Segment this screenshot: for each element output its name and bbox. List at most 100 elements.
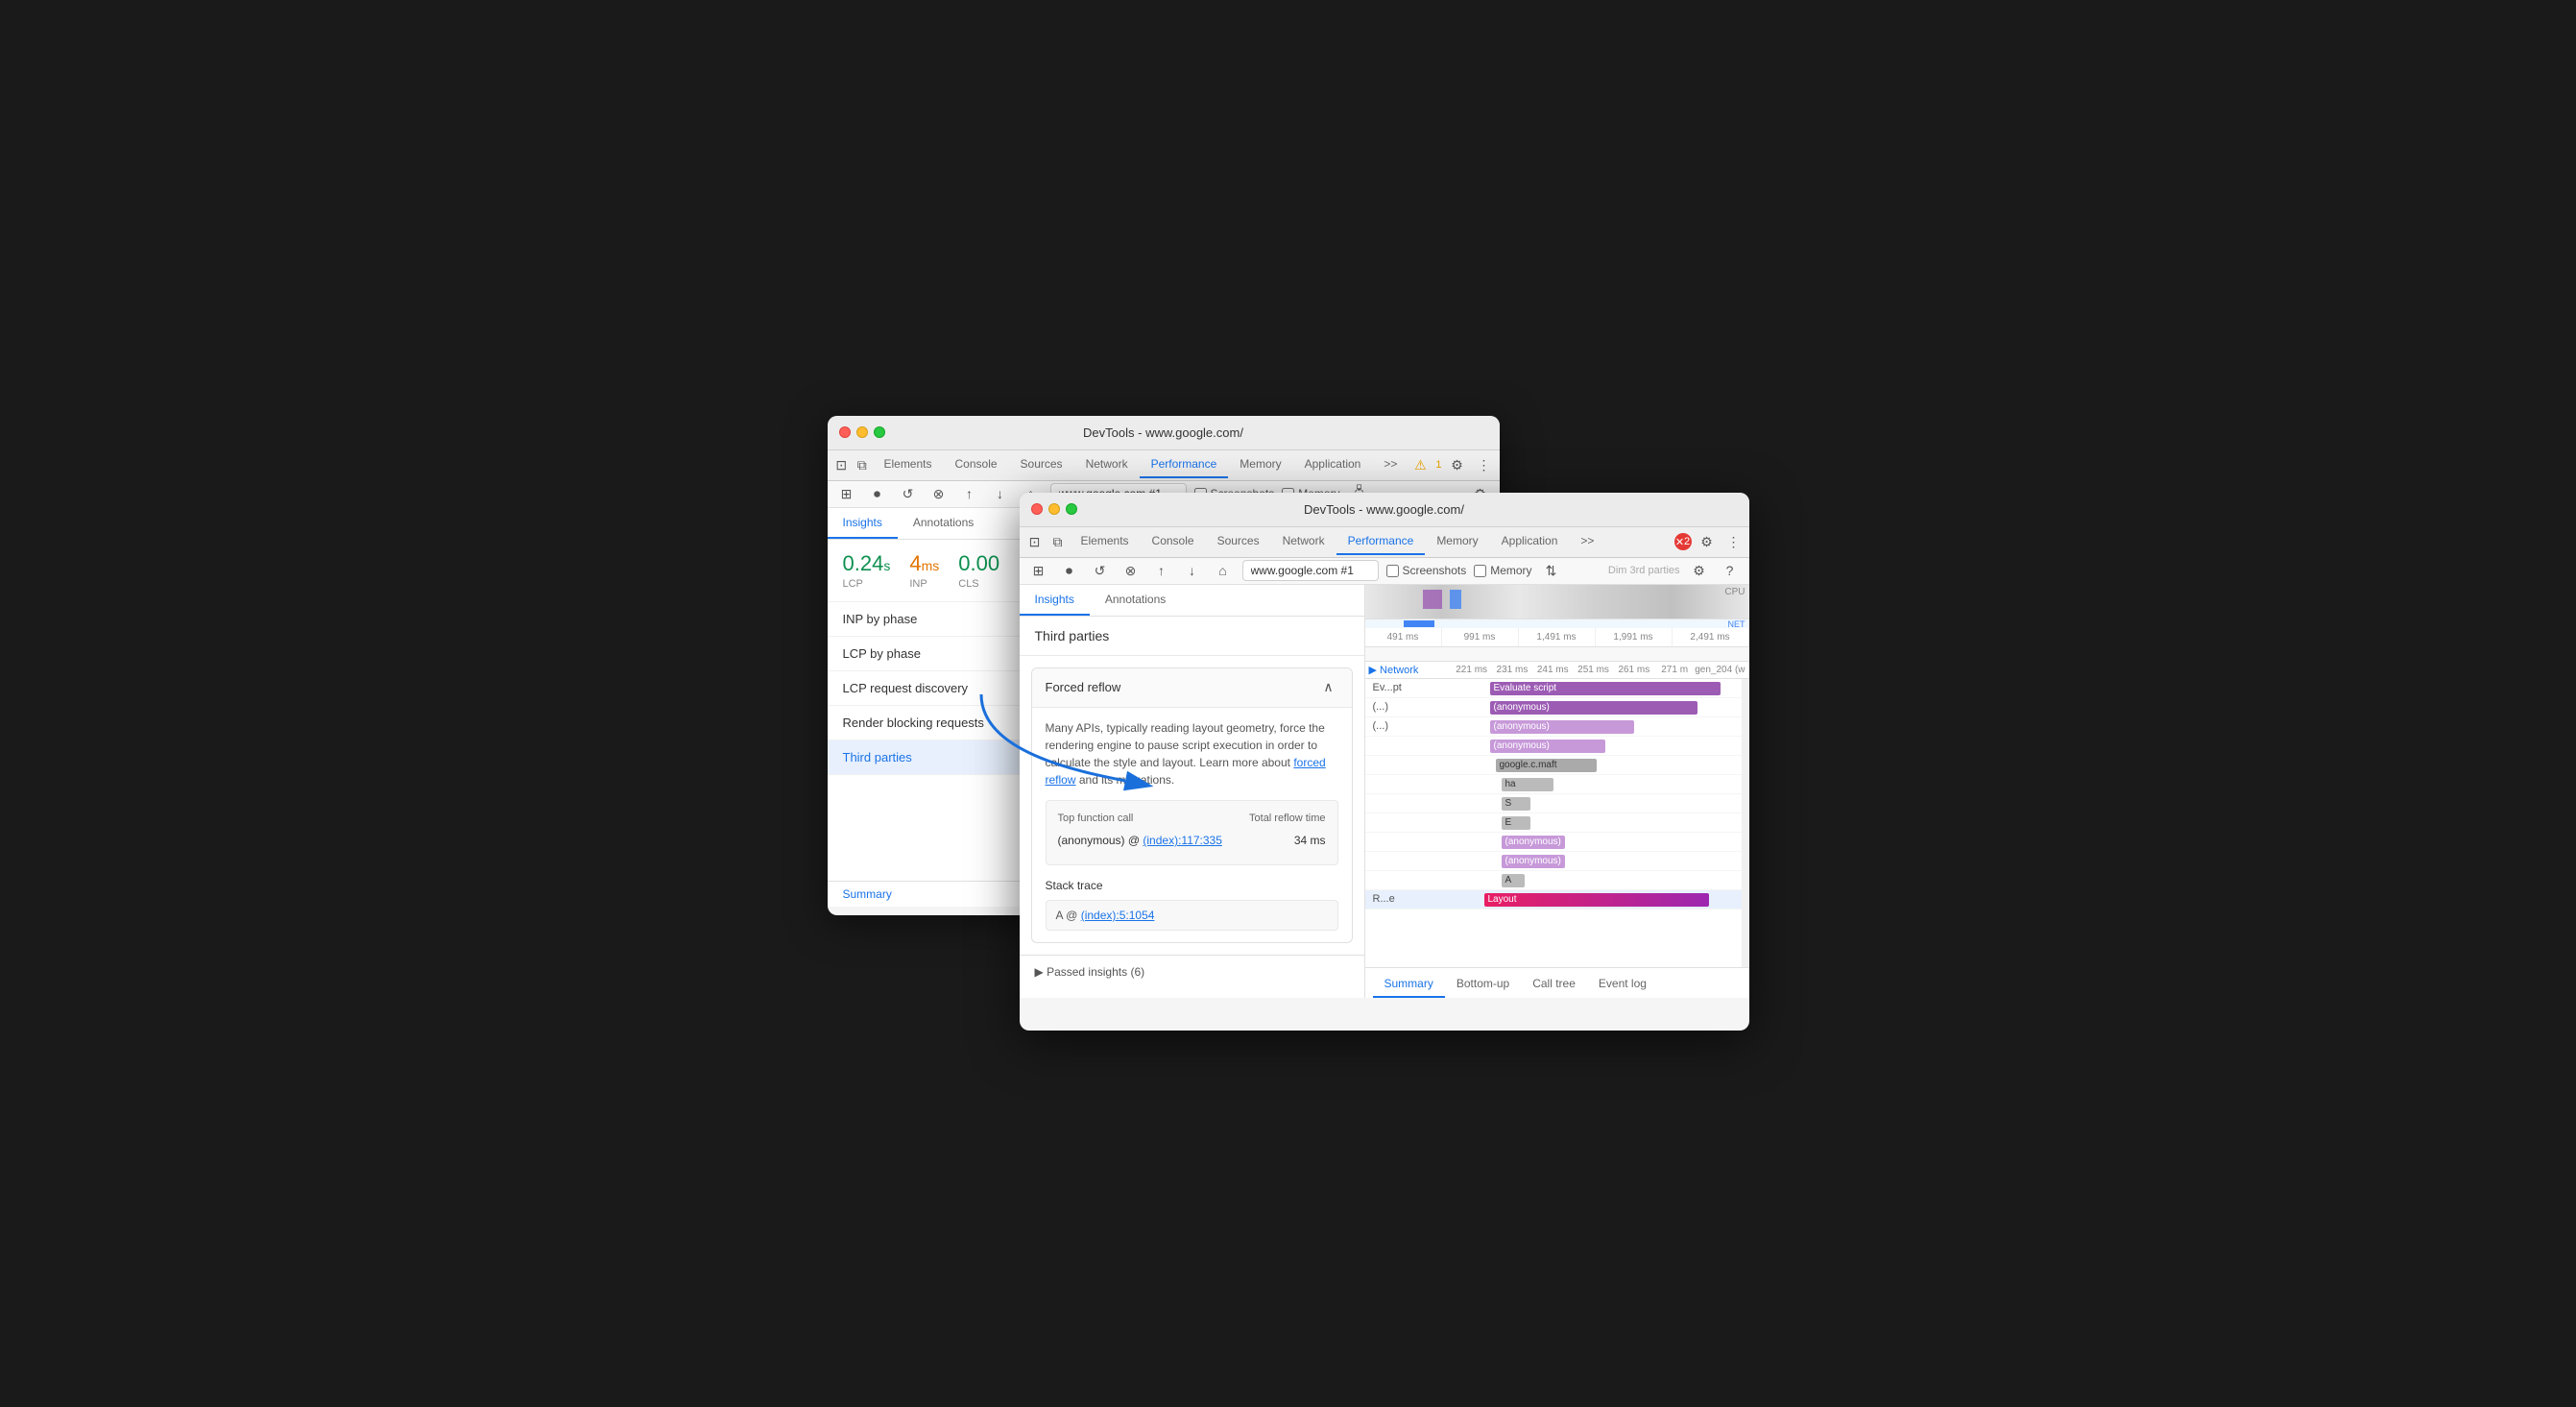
back-clear-icon[interactable]: ⊗ xyxy=(927,482,951,505)
front-tab-memory[interactable]: Memory xyxy=(1425,528,1489,555)
front-home-icon[interactable]: ⌂ xyxy=(1212,559,1235,582)
front-tab-performance[interactable]: Performance xyxy=(1336,528,1426,555)
function-call-value: (anonymous) @ (index):117:335 xyxy=(1058,832,1222,849)
back-tab-sources[interactable]: Sources xyxy=(1009,451,1074,478)
back-close-button[interactable] xyxy=(839,426,851,438)
back-record-icon[interactable]: ⏺ xyxy=(866,482,889,505)
front-window: DevTools - www.google.com/ ⊡ ⧉ Elements … xyxy=(1020,493,1749,1031)
trace-row-a: A xyxy=(1365,871,1749,890)
front-more-icon[interactable]: ⋮ xyxy=(1722,530,1745,553)
layout-bar[interactable]: Layout xyxy=(1484,893,1709,907)
trace-label-anon2: (...) xyxy=(1365,720,1461,732)
back-window-title: DevTools - www.google.com/ xyxy=(1083,425,1243,440)
back-inp-metric: 4ms INP xyxy=(909,551,939,590)
layout-label: Layout xyxy=(1488,894,1517,905)
front-tab-elements[interactable]: Elements xyxy=(1070,528,1141,555)
function-link[interactable]: (index):117:335 xyxy=(1143,834,1222,847)
front-tab-sources[interactable]: Sources xyxy=(1206,528,1271,555)
back-titlebar: DevTools - www.google.com/ xyxy=(828,416,1500,450)
e-bar[interactable]: E xyxy=(1502,816,1530,830)
front-device-icon[interactable]: ⧉ xyxy=(1047,530,1070,553)
passed-insights[interactable]: ▶ Passed insights (6) xyxy=(1020,955,1364,988)
back-tab-network[interactable]: Network xyxy=(1074,451,1140,478)
anon2-bar[interactable]: (anonymous) xyxy=(1490,720,1634,734)
back-reload-icon[interactable]: ↺ xyxy=(897,482,920,505)
back-inspect-icon[interactable]: ⊡ xyxy=(831,453,852,476)
function-call-row: Top function call Total reflow time xyxy=(1058,811,1326,827)
stack-trace-link[interactable]: (index):5:1054 xyxy=(1081,909,1155,922)
front-url-select[interactable]: www.google.com #1 xyxy=(1242,560,1379,581)
front-inspect-icon[interactable]: ⊡ xyxy=(1023,530,1047,553)
front-tab-application[interactable]: Application xyxy=(1490,528,1570,555)
anon4-bar[interactable]: (anonymous) xyxy=(1502,836,1565,849)
back-insights-tab[interactable]: Insights xyxy=(828,508,898,539)
back-tab-memory[interactable]: Memory xyxy=(1228,451,1292,478)
front-insights-tab[interactable]: Insights xyxy=(1020,585,1090,616)
evaluate-script-bar[interactable]: Evaluate script xyxy=(1490,682,1721,695)
front-screenshots-checkbox[interactable] xyxy=(1386,565,1399,577)
ha-bar[interactable]: ha xyxy=(1502,778,1553,791)
back-tab-elements[interactable]: Elements xyxy=(872,451,943,478)
front-screenshots-label[interactable]: Screenshots xyxy=(1386,564,1467,577)
back-tab-more[interactable]: >> xyxy=(1372,451,1408,478)
front-memory-label[interactable]: Memory xyxy=(1474,564,1531,577)
front-close-button[interactable] xyxy=(1031,503,1043,515)
front-reload-icon[interactable]: ↺ xyxy=(1089,559,1112,582)
front-annotations-tab[interactable]: Annotations xyxy=(1090,585,1181,616)
front-minimize-button[interactable] xyxy=(1048,503,1060,515)
front-record-icon[interactable]: ⏺ xyxy=(1058,559,1081,582)
back-warning-icon[interactable]: ⚠ xyxy=(1408,453,1432,476)
anon3-bar[interactable]: (anonymous) xyxy=(1490,740,1605,753)
front-memory-checkbox[interactable] xyxy=(1474,565,1486,577)
back-cls-metric: 0.00 CLS xyxy=(958,551,999,590)
front-clear-icon[interactable]: ⊗ xyxy=(1119,559,1143,582)
a-bar[interactable]: A xyxy=(1502,874,1525,887)
trace-tab-eventlog[interactable]: Event log xyxy=(1587,971,1658,998)
s-bar[interactable]: S xyxy=(1502,797,1530,811)
front-tab-network[interactable]: Network xyxy=(1271,528,1336,555)
trace-cpu-event xyxy=(1423,590,1442,609)
forced-reflow-title: Forced reflow xyxy=(1046,680,1121,694)
trace-scrollbar[interactable] xyxy=(1742,679,1749,967)
front-tab-more[interactable]: >> xyxy=(1569,528,1605,555)
front-settings-icon[interactable]: ⚙ xyxy=(1696,530,1719,553)
back-maximize-button[interactable] xyxy=(874,426,885,438)
anon5-bar[interactable]: (anonymous) xyxy=(1502,855,1565,868)
trace-tab-summary[interactable]: Summary xyxy=(1373,971,1445,998)
trace-row-anon2: (...) (anonymous) xyxy=(1365,717,1749,737)
front-record-panel-icon[interactable]: ⊞ xyxy=(1027,559,1050,582)
back-more-icon[interactable]: ⋮ xyxy=(1473,453,1496,476)
back-device-icon[interactable]: ⧉ xyxy=(852,453,872,476)
back-annotations-tab[interactable]: Annotations xyxy=(898,508,989,539)
back-tab-application[interactable]: Application xyxy=(1293,451,1373,478)
top-function-call-label: Top function call xyxy=(1058,811,1134,827)
back-record-panel-icon[interactable]: ⊞ xyxy=(835,482,858,505)
front-help-icon[interactable]: ? xyxy=(1719,559,1742,582)
forced-reflow-section: Forced reflow ∧ Many APIs, typically rea… xyxy=(1031,667,1353,944)
front-settings2-icon[interactable]: ⚙ xyxy=(1688,559,1711,582)
forced-reflow-header[interactable]: Forced reflow ∧ xyxy=(1032,668,1352,707)
maft-bar[interactable]: google.c.maft xyxy=(1496,759,1597,772)
trace-tab-bottomup[interactable]: Bottom-up xyxy=(1445,971,1521,998)
trace-cpu-event2 xyxy=(1450,590,1461,609)
front-network-icon[interactable]: ⇅ xyxy=(1540,559,1563,582)
back-traffic-lights xyxy=(839,426,885,438)
anon1-bar[interactable]: (anonymous) xyxy=(1490,701,1697,715)
front-maximize-button[interactable] xyxy=(1066,503,1077,515)
trace-content-anon2: (anonymous) xyxy=(1461,717,1749,736)
trace-content-maft: google.c.maft xyxy=(1461,756,1749,774)
back-settings-icon[interactable]: ⚙ xyxy=(1446,453,1469,476)
collapse-icon[interactable]: ∧ xyxy=(1319,678,1338,697)
back-minimize-button[interactable] xyxy=(856,426,868,438)
trace-ruler-1: 991 ms xyxy=(1442,628,1519,646)
back-tab-console[interactable]: Console xyxy=(944,451,1009,478)
back-upload-icon[interactable]: ↑ xyxy=(958,482,981,505)
trace-tab-calltree[interactable]: Call tree xyxy=(1521,971,1587,998)
front-upload-icon[interactable]: ↑ xyxy=(1150,559,1173,582)
back-download-icon[interactable]: ↓ xyxy=(989,482,1012,505)
back-tab-performance[interactable]: Performance xyxy=(1140,451,1229,478)
front-download-icon[interactable]: ↓ xyxy=(1181,559,1204,582)
trace-label-layout: R...e xyxy=(1365,893,1461,905)
front-tab-console[interactable]: Console xyxy=(1141,528,1206,555)
front-window-title: DevTools - www.google.com/ xyxy=(1304,502,1464,517)
